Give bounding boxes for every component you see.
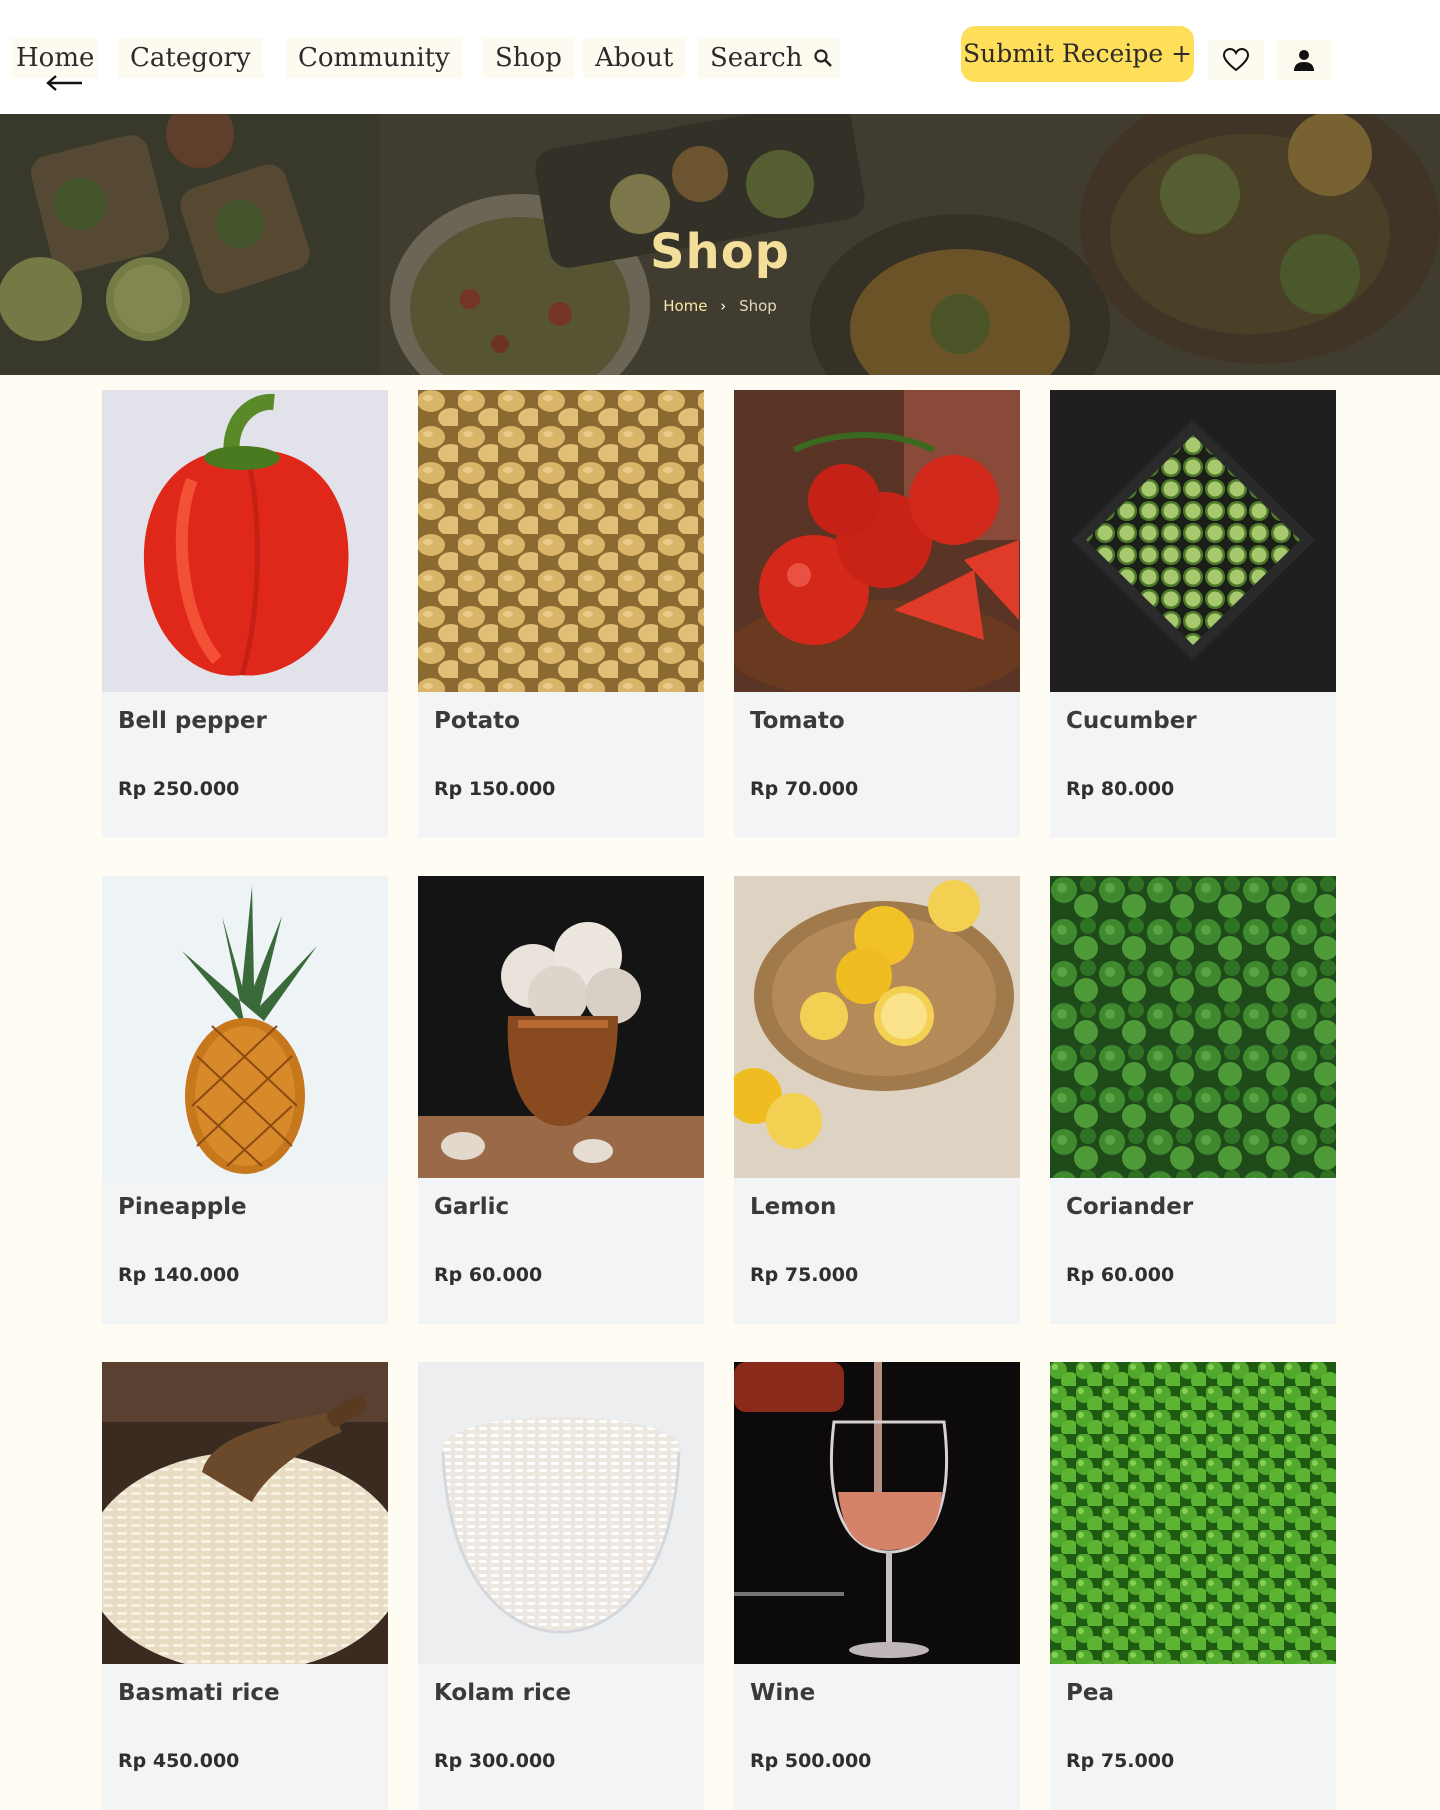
product-price: Rp 500.000 — [750, 1750, 872, 1772]
breadcrumb: Home › Shop — [0, 297, 1440, 315]
account-button[interactable] — [1276, 40, 1332, 80]
product-name: Basmati rice — [118, 1680, 280, 1706]
product-price: Rp 140.000 — [118, 1264, 240, 1286]
product-name: Wine — [750, 1680, 816, 1706]
hero-banner: Shop Home › Shop — [0, 114, 1440, 375]
wine-image — [734, 1362, 1020, 1664]
pineapple-image — [102, 876, 388, 1178]
favorites-button[interactable] — [1208, 40, 1264, 80]
breadcrumb-home[interactable]: Home — [663, 297, 707, 315]
product-card[interactable]: Coriander Rp 60.000 — [1050, 876, 1336, 1324]
product-price: Rp 150.000 — [434, 778, 556, 800]
breadcrumb-current: Shop — [739, 297, 777, 315]
product-name: Pineapple — [118, 1194, 247, 1220]
page-title: Shop — [649, 224, 791, 280]
product-name: Bell pepper — [118, 708, 267, 734]
product-price: Rp 300.000 — [434, 1750, 556, 1772]
nav-home[interactable]: Home — [12, 38, 99, 78]
product-card[interactable]: Potato Rp 150.000 — [418, 390, 704, 838]
nav-search[interactable]: Search — [698, 38, 841, 78]
user-icon — [1294, 50, 1314, 71]
product-card[interactable]: Basmati rice Rp 450.000 — [102, 1362, 388, 1810]
back-arrow-icon[interactable] — [44, 74, 84, 92]
coriander-image — [1050, 876, 1336, 1178]
product-price: Rp 250.000 — [118, 778, 240, 800]
nav-category[interactable]: Category — [118, 38, 263, 78]
product-price: Rp 75.000 — [750, 1264, 859, 1286]
product-price: Rp 70.000 — [750, 778, 859, 800]
product-card[interactable]: Kolam rice Rp 300.000 — [418, 1362, 704, 1810]
bell-pepper-image — [102, 390, 388, 692]
product-card[interactable]: Pea Rp 75.000 — [1050, 1362, 1336, 1810]
product-name: Pea — [1066, 1680, 1114, 1706]
basmati-rice-image — [102, 1362, 388, 1664]
nav-search-label: Search — [710, 43, 803, 73]
product-name: Garlic — [434, 1194, 510, 1220]
nav-shop[interactable]: Shop — [483, 38, 574, 78]
product-card[interactable]: Lemon Rp 75.000 — [734, 876, 1020, 1324]
search-icon — [814, 49, 833, 67]
product-card[interactable]: Pineapple Rp 140.000 — [102, 876, 388, 1324]
site-header: Home Category Community Shop About Searc… — [0, 0, 1440, 114]
product-price: Rp 60.000 — [1066, 1264, 1175, 1286]
cucumber-image — [1050, 390, 1336, 692]
product-price: Rp 80.000 — [1066, 778, 1175, 800]
garlic-image — [418, 876, 704, 1178]
lemon-image — [734, 876, 1020, 1178]
tomato-image — [734, 390, 1020, 692]
product-card[interactable]: Cucumber Rp 80.000 — [1050, 390, 1336, 838]
pea-image — [1050, 1362, 1336, 1664]
product-name: Cucumber — [1066, 708, 1197, 734]
potato-image — [418, 390, 704, 692]
product-card[interactable]: Garlic Rp 60.000 — [418, 876, 704, 1324]
submit-recipe-button[interactable]: Submit Receipe + — [961, 26, 1194, 82]
kolam-rice-image — [418, 1362, 704, 1664]
product-price: Rp 450.000 — [118, 1750, 240, 1772]
product-name: Tomato — [750, 708, 845, 734]
product-price: Rp 75.000 — [1066, 1750, 1175, 1772]
product-name: Coriander — [1066, 1194, 1194, 1220]
product-card[interactable]: Wine Rp 500.000 — [734, 1362, 1020, 1810]
product-name: Potato — [434, 708, 520, 734]
product-name: Kolam rice — [434, 1680, 572, 1706]
nav-community[interactable]: Community — [286, 38, 462, 78]
product-price: Rp 60.000 — [434, 1264, 543, 1286]
product-name: Lemon — [750, 1194, 837, 1220]
product-card[interactable]: Tomato Rp 70.000 — [734, 390, 1020, 838]
nav-about[interactable]: About — [583, 38, 686, 78]
product-card[interactable]: Bell pepper Rp 250.000 — [102, 390, 388, 838]
heart-icon — [1222, 47, 1250, 72]
chevron-right-icon: › — [720, 297, 727, 315]
